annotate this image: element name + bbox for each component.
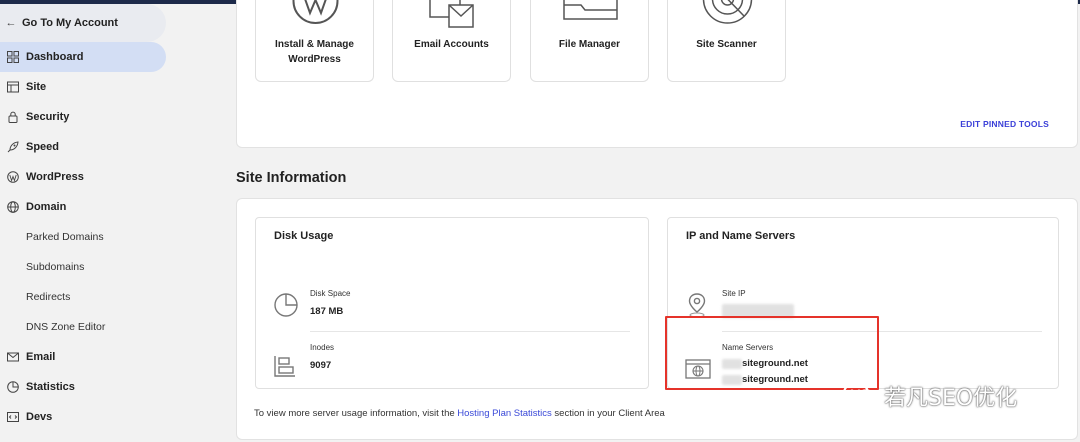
disk-space-value: 187 MB [310, 306, 344, 317]
disk-usage-panel: Disk Usage Disk Space 187 MB Inodes 9097 [255, 217, 649, 389]
tool-site-scanner[interactable]: Site Scanner [667, 0, 786, 82]
tool-file-manager[interactable]: File Manager [530, 0, 649, 82]
wordpress-icon [0, 171, 26, 183]
disk-space-label: Disk Space [310, 289, 351, 298]
disk-space-icon [274, 293, 298, 317]
radar-icon [702, 0, 753, 24]
wordpress-icon [292, 0, 339, 24]
tool-label: Install & Manage WordPress [275, 39, 354, 65]
usage-info-prefix: To view more server usage information, v… [254, 408, 458, 419]
go-to-account-label: Go To My Account [22, 17, 118, 29]
location-pin-icon [688, 293, 706, 318]
sidebar-item-dashboard[interactable]: Dashboard [0, 42, 166, 72]
sidebar-subitem-redirects[interactable]: Redirects [26, 282, 70, 312]
sidebar-item-security[interactable]: Security [0, 102, 166, 132]
wechat-logo-icon [842, 381, 878, 409]
lock-icon [0, 111, 26, 123]
site-icon [0, 81, 26, 93]
sidebar-item-label: Speed [26, 141, 60, 153]
sidebar-item-label: WordPress [26, 171, 84, 183]
inodes-value: 9097 [310, 360, 332, 371]
inodes-label: Inodes [310, 343, 335, 352]
tool-email-accounts[interactable]: Email Accounts [392, 0, 511, 82]
disk-usage-title: Disk Usage [274, 230, 334, 242]
sidebar-item-label: Devs [26, 411, 53, 423]
sidebar-item-label: Dashboard [26, 51, 84, 63]
tool-label: Site Scanner [696, 39, 757, 50]
usage-info-note: To view more server usage information, v… [254, 408, 665, 419]
sidebar-subitem-dns-zone-editor[interactable]: DNS Zone Editor [26, 312, 105, 342]
site-ip-label: Site IP [722, 289, 746, 298]
dashboard-icon [0, 51, 26, 63]
tool-install-wordpress[interactable]: Install & Manage WordPress [255, 0, 374, 82]
pinned-tools-card: Install & Manage WordPress Email Account… [236, 0, 1078, 148]
sidebar-item-domain[interactable]: Domain [0, 192, 166, 222]
hosting-plan-statistics-link[interactable]: Hosting Plan Statistics [457, 408, 552, 419]
sidebar: ← Go To My Account Dashboard Site Securi… [0, 4, 168, 442]
sidebar-item-email[interactable]: Email [0, 342, 166, 372]
sidebar-item-devs[interactable]: Devs [0, 402, 166, 432]
envelope-icon [0, 351, 26, 363]
inodes-icon [274, 356, 295, 377]
sidebar-item-statistics[interactable]: Statistics [0, 372, 166, 402]
sidebar-item-label: Domain [26, 201, 67, 213]
divider [310, 331, 630, 332]
folder-icon [563, 0, 618, 20]
rocket-icon [0, 141, 26, 153]
code-icon [0, 411, 26, 423]
tool-label: Email Accounts [414, 39, 489, 50]
email-accounts-icon [429, 0, 474, 28]
pie-chart-icon [0, 381, 26, 393]
tool-label: File Manager [558, 39, 621, 50]
sidebar-item-label: Statistics [26, 381, 75, 393]
globe-icon [0, 201, 26, 213]
sidebar-item-label: Security [26, 111, 70, 123]
sidebar-item-label: Site [26, 81, 47, 93]
site-information-title: Site Information [236, 170, 347, 186]
sidebar-subitem-parked-domains[interactable]: Parked Domains [26, 222, 104, 252]
sidebar-item-label: Email [26, 351, 56, 363]
watermark: 若凡SEO优化 [842, 379, 1017, 413]
go-to-account-link[interactable]: ← Go To My Account [0, 4, 166, 42]
sidebar-item-site[interactable]: Site [0, 72, 166, 102]
arrow-left-icon: ← [5, 17, 17, 29]
edit-pinned-tools-link[interactable]: EDIT PINNED TOOLS [960, 119, 1049, 129]
sidebar-item-wordpress[interactable]: WordPress [0, 162, 166, 192]
sidebar-subitem-subdomains[interactable]: Subdomains [26, 252, 84, 282]
usage-info-suffix: section in your Client Area [551, 408, 665, 419]
ip-name-servers-title: IP and Name Servers [686, 230, 796, 242]
sidebar-item-speed[interactable]: Speed [0, 132, 166, 162]
watermark-text: 若凡SEO优化 [884, 386, 1018, 411]
